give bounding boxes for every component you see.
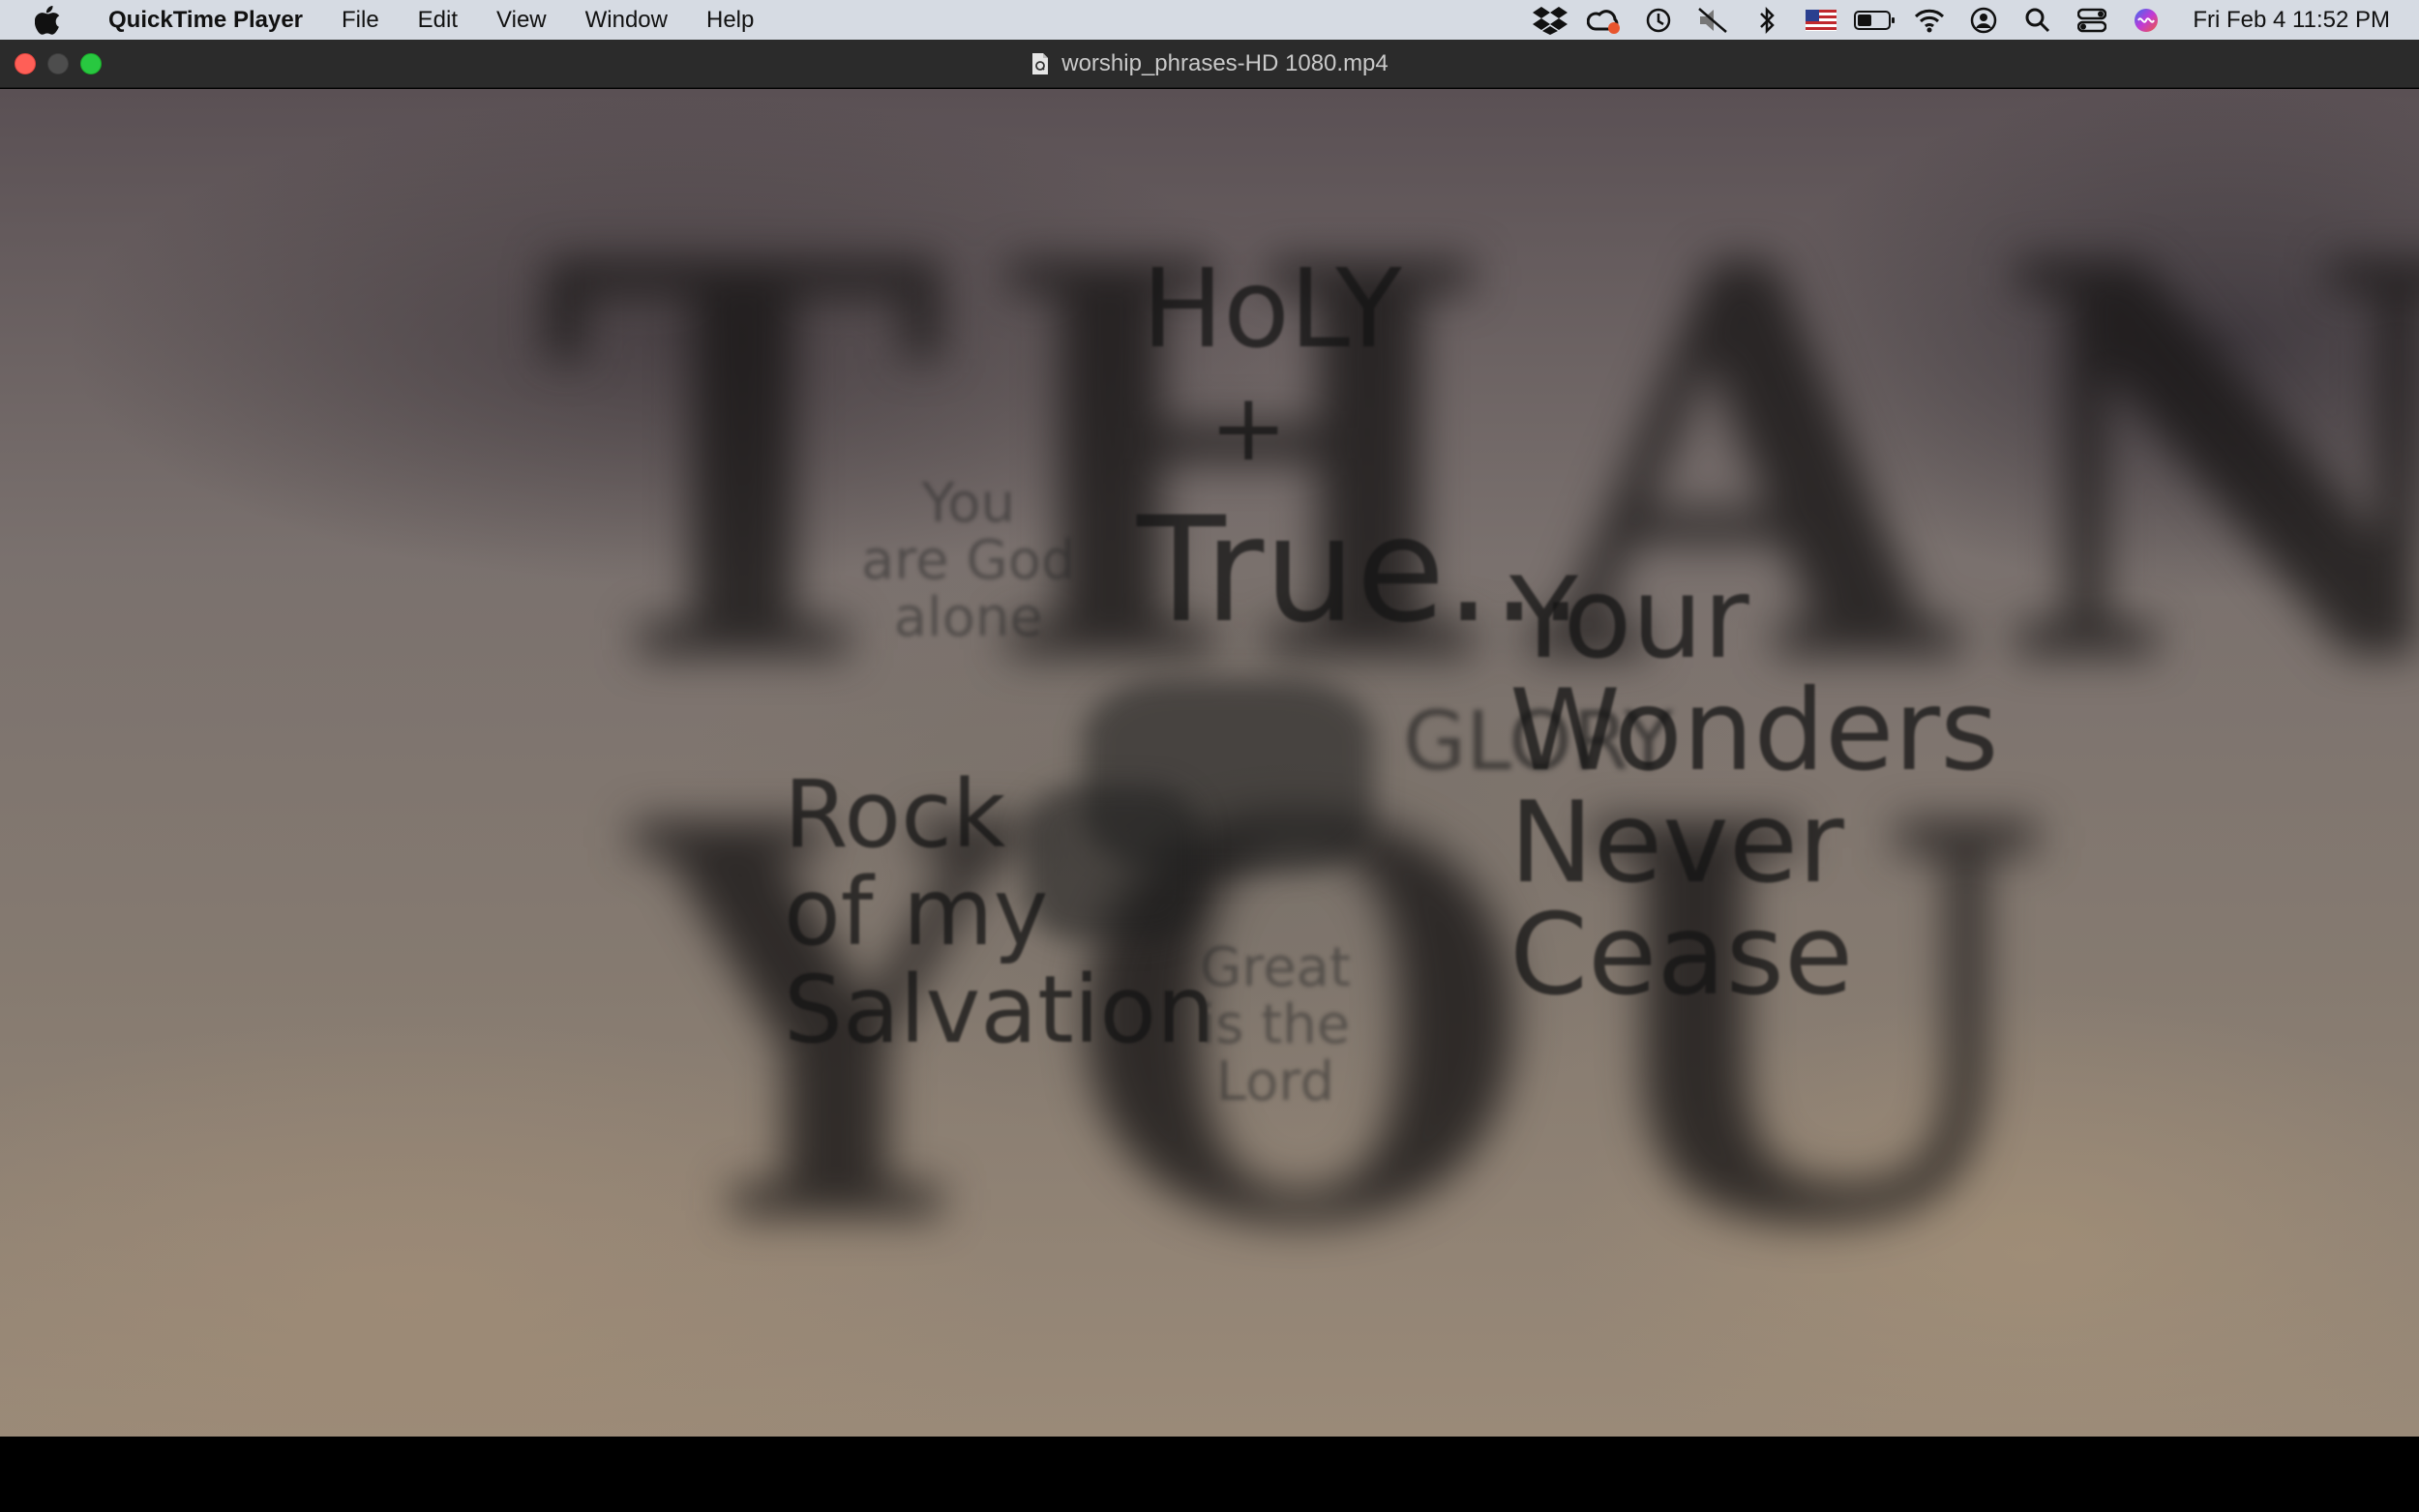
time-machine-icon[interactable] xyxy=(1631,0,1686,40)
background-word-thank: THANK xyxy=(542,147,2419,784)
battery-icon[interactable] xyxy=(1848,0,1902,40)
video-letterbox-bar xyxy=(0,1437,2419,1512)
mute-icon[interactable] xyxy=(1686,0,1740,40)
control-center-icon[interactable] xyxy=(2065,0,2119,40)
phrase-great-is-the-lord: Great is the Lord xyxy=(1200,936,1351,1113)
phrase-you-are-god-alone: You are God alone xyxy=(861,472,1076,649)
window-titlebar[interactable]: worship_phrases-HD 1080.mp4 xyxy=(0,40,2419,88)
us-flag-icon[interactable] xyxy=(1794,0,1848,40)
menu-edit[interactable]: Edit xyxy=(399,0,477,40)
bluetooth-icon[interactable] xyxy=(1740,0,1794,40)
creative-cloud-icon[interactable] xyxy=(1577,0,1631,40)
menu-view[interactable]: View xyxy=(477,0,566,40)
video-frame[interactable]: THANK YOU HoLY + True... You are God alo… xyxy=(0,89,2419,1437)
spotlight-search-icon[interactable] xyxy=(2011,0,2065,40)
menubar-clock[interactable]: Fri Feb 4 11:52 PM xyxy=(2193,7,2390,34)
menu-app-name[interactable]: QuickTime Player xyxy=(95,0,322,40)
menu-help[interactable]: Help xyxy=(687,0,773,40)
minimize-window-button[interactable] xyxy=(47,53,69,74)
close-window-button[interactable] xyxy=(15,53,36,74)
movie-document-icon xyxy=(1032,52,1049,74)
user-icon[interactable] xyxy=(1956,0,2011,40)
dropbox-icon[interactable] xyxy=(1523,0,1577,40)
apple-logo-icon[interactable] xyxy=(33,5,62,35)
wifi-icon[interactable] xyxy=(1902,0,1956,40)
menu-file[interactable]: File xyxy=(322,0,399,40)
fullscreen-window-button[interactable] xyxy=(80,53,102,74)
menu-bar: QuickTime Player File Edit View Window H… xyxy=(0,0,2419,40)
phrase-rock-of-my-salvation: Rock of my Salvation xyxy=(784,760,1215,1064)
menu-window[interactable]: Window xyxy=(566,0,687,40)
window-title: worship_phrases-HD 1080.mp4 xyxy=(1061,49,1389,76)
siri-icon[interactable] xyxy=(2119,0,2173,40)
window-controls xyxy=(15,53,102,74)
phrase-ampersand: + xyxy=(1210,373,1288,482)
phrase-holy: HoLY xyxy=(1142,247,1402,372)
phrase-your-wonders-never-cease: Your Wonders Never Cease xyxy=(1509,553,1999,1021)
